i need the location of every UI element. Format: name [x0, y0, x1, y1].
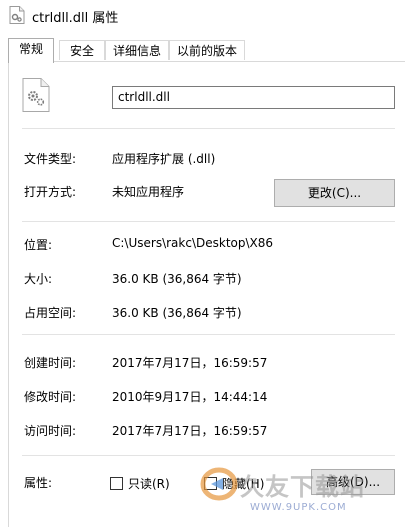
file-type-value: 应用程序扩展 (.dll)	[112, 152, 216, 166]
hidden-checkbox[interactable]: 隐藏(H)	[204, 475, 264, 492]
checkbox-box[interactable]	[110, 477, 123, 490]
divider	[22, 221, 395, 222]
modified-value: 2010年9月17日，14:44:14	[112, 390, 268, 404]
dll-file-gear-icon	[22, 78, 50, 112]
window-title: ctrldll.dll 属性	[32, 11, 119, 26]
hidden-label: 隐藏(H)	[222, 477, 265, 491]
accessed-label: 访问时间:	[24, 424, 77, 438]
disk-size-value: 36.0 KB (36,864 字节)	[112, 306, 242, 320]
location-label: 位置:	[24, 238, 53, 252]
created-value: 2017年7月17日，16:59:57	[112, 356, 268, 370]
tab-general[interactable]: 常规	[8, 38, 54, 63]
dll-file-icon	[9, 6, 25, 24]
change-button[interactable]: 更改(C)...	[274, 179, 395, 207]
divider	[22, 128, 395, 129]
tab-security[interactable]: 安全	[59, 40, 105, 60]
divider	[22, 455, 395, 456]
location-value: C:\Users\rakc\Desktop\X86	[112, 236, 274, 250]
accessed-value: 2017年7月17日，16:59:57	[112, 424, 268, 438]
readonly-label: 只读(R)	[128, 477, 170, 491]
size-value: 36.0 KB (36,864 字节)	[112, 272, 242, 286]
tab-previous-versions[interactable]: 以前的版本	[169, 40, 245, 60]
attributes-label: 属性:	[24, 476, 53, 490]
advanced-button[interactable]: 高级(D)...	[311, 469, 395, 495]
open-with-value: 未知应用程序	[112, 185, 185, 199]
filename-input[interactable]: ctrldll.dll	[112, 86, 395, 109]
modified-label: 修改时间:	[24, 390, 77, 404]
size-label: 大小:	[24, 272, 53, 286]
created-label: 创建时间:	[24, 356, 77, 370]
title-bar: ctrldll.dll 属性	[0, 0, 405, 30]
divider	[22, 334, 395, 335]
checkbox-box[interactable]	[204, 477, 217, 490]
readonly-checkbox[interactable]: 只读(R)	[110, 475, 170, 492]
open-with-label: 打开方式:	[24, 185, 77, 199]
disk-size-label: 占用空间:	[24, 306, 77, 320]
file-type-label: 文件类型:	[24, 152, 77, 166]
general-panel	[8, 61, 405, 527]
tab-details[interactable]: 详细信息	[105, 40, 169, 60]
